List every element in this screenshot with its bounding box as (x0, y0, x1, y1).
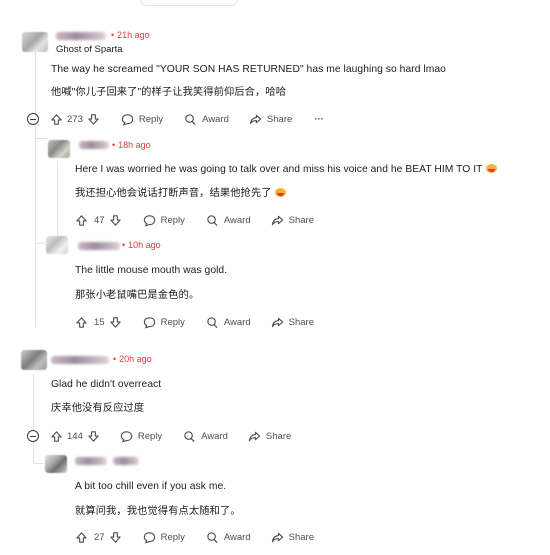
award-icon (206, 316, 219, 329)
comment-actions: 27 Reply Award Share (75, 529, 314, 545)
comment-text: A bit too chill even if you ask me. (75, 481, 227, 492)
arrow-up-icon[interactable] (50, 113, 63, 126)
award-button[interactable]: Award (184, 113, 229, 126)
speech-bubble-icon (121, 113, 134, 126)
speech-bubble-icon (120, 430, 133, 443)
avatar[interactable] (21, 350, 47, 370)
share-arrow-icon (249, 113, 262, 126)
avatar[interactable] (48, 140, 70, 158)
thread-line (33, 443, 34, 463)
share-arrow-icon (271, 316, 284, 329)
comment-actions: 273 Reply Award Share ··· (50, 111, 324, 127)
award-button[interactable]: Award (206, 531, 251, 544)
vote-count: 144 (67, 430, 83, 442)
reply-button[interactable]: Reply (143, 214, 185, 227)
arrow-up-icon[interactable] (50, 430, 63, 443)
share-arrow-icon (271, 214, 284, 227)
previous-element-edge (140, 0, 238, 6)
award-icon (206, 531, 219, 544)
reply-button[interactable]: Reply (143, 316, 185, 329)
vote-count: 273 (67, 113, 83, 125)
share-arrow-icon (248, 430, 261, 443)
arrow-up-icon[interactable] (75, 531, 88, 544)
laughing-emoji-icon (274, 188, 286, 197)
reply-button[interactable]: Reply (143, 531, 185, 544)
arrow-down-icon[interactable] (109, 316, 122, 329)
comment-text: Here I was worried he was going to talk … (75, 164, 497, 175)
speech-bubble-icon (143, 316, 156, 329)
collapse-minus-icon[interactable] (27, 430, 39, 442)
arrow-up-icon[interactable] (75, 316, 88, 329)
more-options-button[interactable]: ··· (314, 114, 324, 125)
award-button[interactable]: Award (183, 430, 228, 443)
share-arrow-icon (271, 531, 284, 544)
timestamp: • 21h ago (111, 30, 150, 40)
avatar[interactable] (45, 455, 67, 473)
timestamp: • 10h ago (122, 240, 161, 250)
username-blurred[interactable] (113, 457, 139, 465)
award-icon (206, 214, 219, 227)
vote-count: 47 (94, 214, 105, 226)
arrow-down-icon[interactable] (109, 531, 122, 544)
comment-translation: 他喊"你儿子回来了"的样子让我笑得前仰后合，哈哈 (51, 87, 287, 98)
thread-line (35, 126, 36, 326)
username-blurred[interactable] (75, 457, 107, 465)
share-button[interactable]: Share (249, 113, 292, 126)
share-button[interactable]: Share (271, 214, 314, 227)
arrow-down-icon[interactable] (87, 113, 100, 126)
timestamp: • 20h ago (113, 354, 152, 364)
arrow-up-icon[interactable] (75, 214, 88, 227)
username-blurred[interactable] (79, 141, 109, 149)
reply-button[interactable]: Reply (120, 430, 162, 443)
vote-count: 27 (94, 531, 105, 543)
comment-translation: 就算问我，我也觉得有点太随和了。 (75, 506, 241, 517)
thread-branch (35, 243, 45, 244)
collapse-minus-icon[interactable] (27, 113, 39, 125)
username-blurred[interactable] (56, 32, 106, 40)
timestamp: • 18h ago (112, 140, 151, 150)
comment-text: The little mouse mouth was gold. (75, 265, 228, 276)
laughing-emoji-icon (485, 164, 497, 173)
comment-text: Glad he didn't overreact (51, 379, 162, 390)
user-flair: Ghost of Sparta (56, 44, 123, 55)
share-button[interactable]: Share (271, 531, 314, 544)
speech-bubble-icon (143, 531, 156, 544)
thread-line (57, 162, 58, 238)
thread-branch (35, 138, 47, 139)
comment-actions: 47 Reply Award Share (75, 212, 314, 228)
comment-translation: 那张小老鼠嘴巴是金色的。 (75, 290, 200, 301)
comment-translation: 我还担心他会说话打断声音，结果他抢先了 (75, 184, 286, 199)
reply-button[interactable]: Reply (121, 113, 163, 126)
thread-line (33, 374, 34, 429)
award-button[interactable]: Award (206, 316, 251, 329)
avatar[interactable] (22, 32, 48, 52)
avatar[interactable] (46, 236, 68, 254)
arrow-down-icon[interactable] (87, 430, 100, 443)
comment-actions: 144 Reply Award Share (50, 428, 291, 444)
award-icon (183, 430, 196, 443)
thread-line (35, 52, 36, 117)
username-blurred[interactable] (51, 356, 109, 364)
speech-bubble-icon (143, 214, 156, 227)
share-button[interactable]: Share (271, 316, 314, 329)
award-icon (184, 113, 197, 126)
comment-text: The way he screamed "YOUR SON HAS RETURN… (51, 64, 446, 75)
username-blurred[interactable] (78, 242, 120, 250)
comment-actions: 15 Reply Award Share (75, 314, 314, 330)
arrow-down-icon[interactable] (109, 214, 122, 227)
thread-branch (33, 463, 43, 464)
comment-translation: 庆幸他没有反应过度 (51, 403, 145, 414)
share-button[interactable]: Share (248, 430, 291, 443)
award-button[interactable]: Award (206, 214, 251, 227)
vote-count: 15 (94, 316, 105, 328)
